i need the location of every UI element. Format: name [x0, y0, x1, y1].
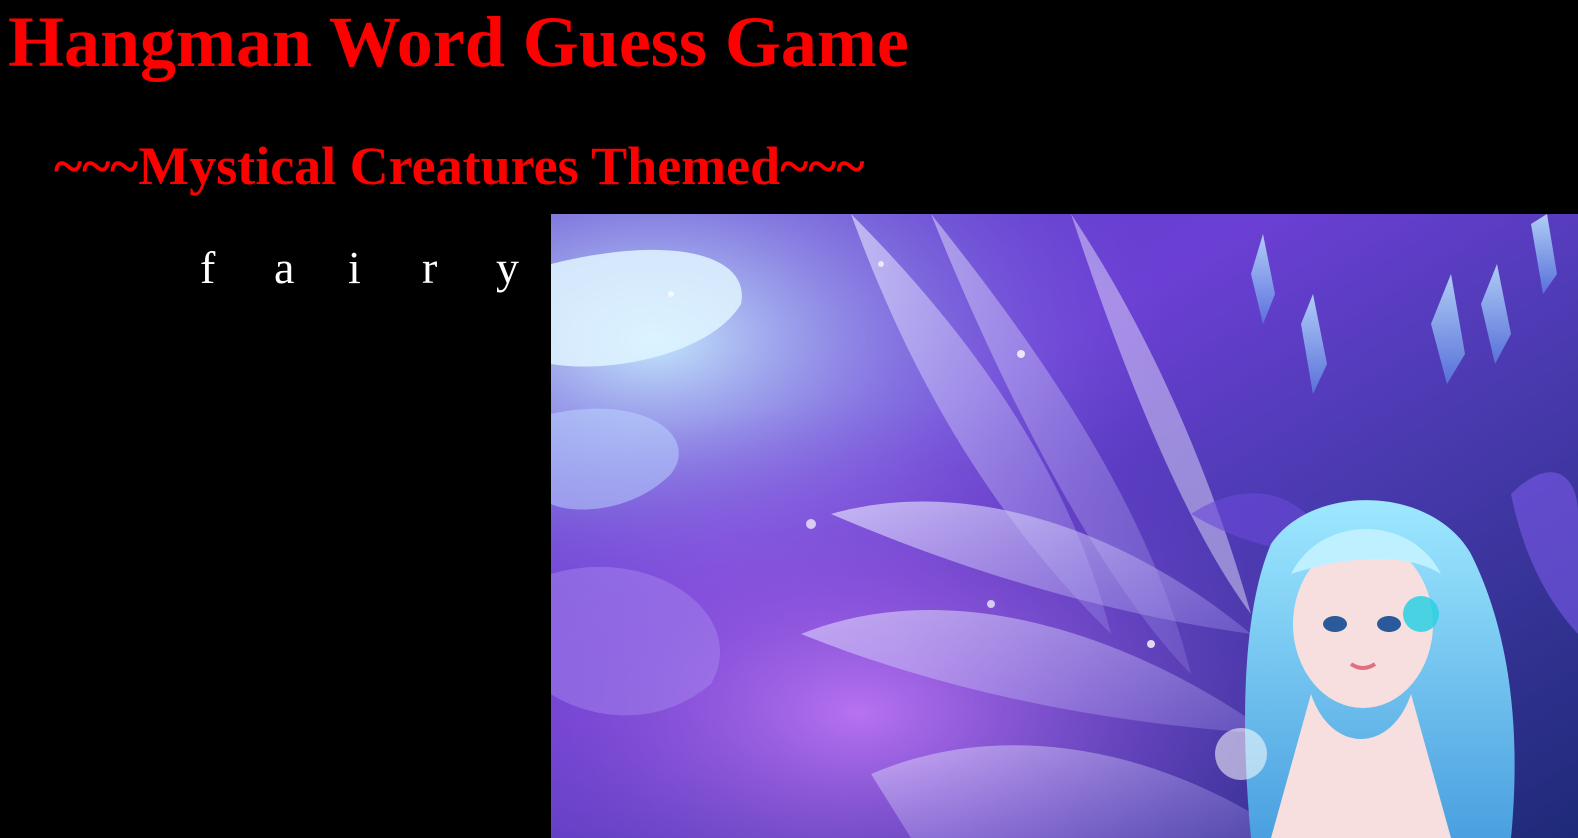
- page-title: Hangman Word Guess Game: [8, 2, 909, 82]
- word-letter: a: [274, 242, 295, 293]
- fairy-image: [551, 214, 1578, 838]
- word-letter: i: [348, 242, 361, 293]
- word-letter: r: [422, 242, 438, 293]
- theme-subtitle: ~~~Mystical Creatures Themed~~~: [54, 136, 865, 196]
- fairy-illustration-icon: [551, 214, 1578, 838]
- word-letter: f: [200, 242, 216, 293]
- hangman-page: Hangman Word Guess Game ~~~Mystical Crea…: [0, 0, 1578, 838]
- guessed-word: f a i r y: [200, 238, 570, 298]
